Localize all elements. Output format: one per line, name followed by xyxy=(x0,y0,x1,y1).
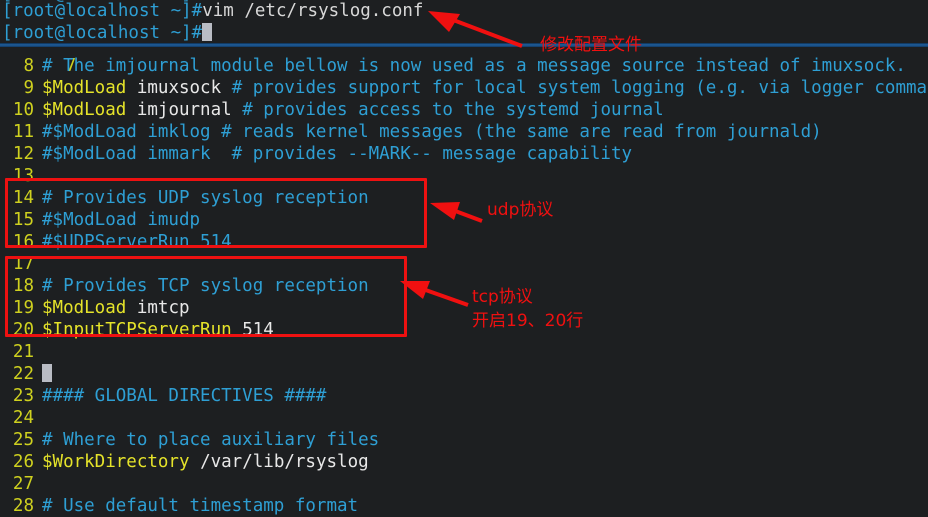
code-line[interactable]: 8 # The imjournal module bellow is now us… xyxy=(0,55,906,77)
line-number: 21 xyxy=(12,342,34,362)
code-token: # Provides TCP syslog reception xyxy=(42,276,369,296)
code-token: imtcp xyxy=(136,298,190,318)
shell-command-text: vim /etc/rsyslog.conf xyxy=(202,1,424,21)
terminal-command-line-2[interactable]: [root@localhost ~]# xyxy=(2,22,213,43)
line-number: 27 xyxy=(12,474,34,494)
code-token: $InputTCPServerRun xyxy=(42,320,232,340)
line-number: 24 xyxy=(12,408,34,428)
code-token: #$ModLoad immark # provides --MARK-- mes… xyxy=(42,144,633,164)
code-token: # Use default timestamp format xyxy=(42,496,359,516)
code-line[interactable]: 27 xyxy=(0,473,42,495)
code-token: #$ModLoad imudp xyxy=(42,210,201,230)
line-number: 26 xyxy=(12,452,34,472)
code-token: #$UDPServerRun 514 xyxy=(42,232,232,252)
code-line[interactable]: 13 xyxy=(0,165,42,187)
code-line[interactable]: 20 $InputTCPServerRun 514 xyxy=(0,319,274,341)
code-token: $ModLoad xyxy=(42,298,127,318)
code-token: #### GLOBAL DIRECTIVES #### xyxy=(42,386,327,406)
code-token: $WorkDirectory xyxy=(42,452,190,472)
line-number: 23 xyxy=(12,386,34,406)
code-token: /var/lib/rsyslog xyxy=(200,452,369,472)
terminal-cursor xyxy=(202,23,213,41)
code-line[interactable]: 23 #### GLOBAL DIRECTIVES #### xyxy=(0,385,327,407)
code-line[interactable]: 10 $ModLoad imjournal # provides access t… xyxy=(0,99,664,121)
line-number: 22 xyxy=(12,364,34,384)
line-number: 19 xyxy=(12,298,34,318)
terminal-command-line-1: [root@localhost ~]#vim /etc/rsyslog.conf xyxy=(2,0,423,22)
code-line[interactable]: 9 $ModLoad imuxsock # provides support fo… xyxy=(0,77,928,99)
line-number: 10 xyxy=(12,100,34,120)
line-number: 17 xyxy=(12,254,34,274)
code-line[interactable]: 21 xyxy=(0,341,42,363)
line-number: 15 xyxy=(12,210,34,230)
line-number: 16 xyxy=(12,232,34,252)
code-token: # Where to place auxiliary files xyxy=(42,430,380,450)
line-number: 9 xyxy=(23,78,34,98)
code-line[interactable]: 28 # Use default timestamp format xyxy=(0,495,358,517)
code-line[interactable]: 22 xyxy=(0,363,52,385)
code-line[interactable]: 19 $ModLoad imtcp xyxy=(0,297,190,319)
line-number: 8 xyxy=(23,56,34,76)
terminal-shell[interactable]: [root@localhost ~]# [root@localhost ~]#v… xyxy=(0,0,928,43)
code-line-partial: 7 xyxy=(0,47,84,76)
code-token: 514 xyxy=(242,320,274,340)
code-line[interactable]: 26 $WorkDirectory /var/lib/rsyslog xyxy=(0,451,369,473)
line-number: 25 xyxy=(12,430,34,450)
code-line[interactable]: 12 #$ModLoad immark # provides --MARK-- m… xyxy=(0,143,632,165)
line-number: 14 xyxy=(12,188,34,208)
code-line[interactable]: 17 xyxy=(0,253,42,275)
code-token: # Provides UDP syslog reception xyxy=(42,188,369,208)
line-number: 13 xyxy=(12,166,34,186)
code-line[interactable]: 16 #$UDPServerRun 514 xyxy=(0,231,232,253)
code-token: # provides support for local system logg… xyxy=(231,78,928,98)
code-token: # provides access to the systemd journal xyxy=(242,100,664,120)
vim-cursor xyxy=(42,364,52,382)
line-number: 11 xyxy=(12,122,34,142)
code-line[interactable]: 11 #$ModLoad imklog # reads kernel messag… xyxy=(0,121,822,143)
code-token: $ModLoad xyxy=(42,78,127,98)
code-line[interactable]: 15 #$ModLoad imudp xyxy=(0,209,200,231)
line-number: 20 xyxy=(12,320,34,340)
code-line[interactable]: 14 # Provides UDP syslog reception xyxy=(0,187,369,209)
code-token: # The imjournal module bellow is now use… xyxy=(42,56,906,76)
code-token: imuxsock xyxy=(136,78,222,98)
vim-editor-pane[interactable]: 7 8 # The imjournal module bellow is now … xyxy=(0,47,928,517)
shell-prompt: [root@localhost ~]# xyxy=(2,1,203,21)
line-number: 28 xyxy=(12,496,34,516)
code-token: imjournal xyxy=(136,100,232,120)
code-token: $ModLoad xyxy=(42,100,127,120)
code-line[interactable]: 24 xyxy=(0,407,42,429)
shell-prompt: [root@localhost ~]# xyxy=(2,23,203,43)
line-number: 12 xyxy=(12,144,34,164)
code-line[interactable]: 18 # Provides TCP syslog reception xyxy=(0,275,369,297)
line-number: 18 xyxy=(12,276,34,296)
code-token: #$ModLoad imklog # reads kernel messages… xyxy=(42,122,822,142)
code-line[interactable]: 25 # Where to place auxiliary files xyxy=(0,429,379,451)
